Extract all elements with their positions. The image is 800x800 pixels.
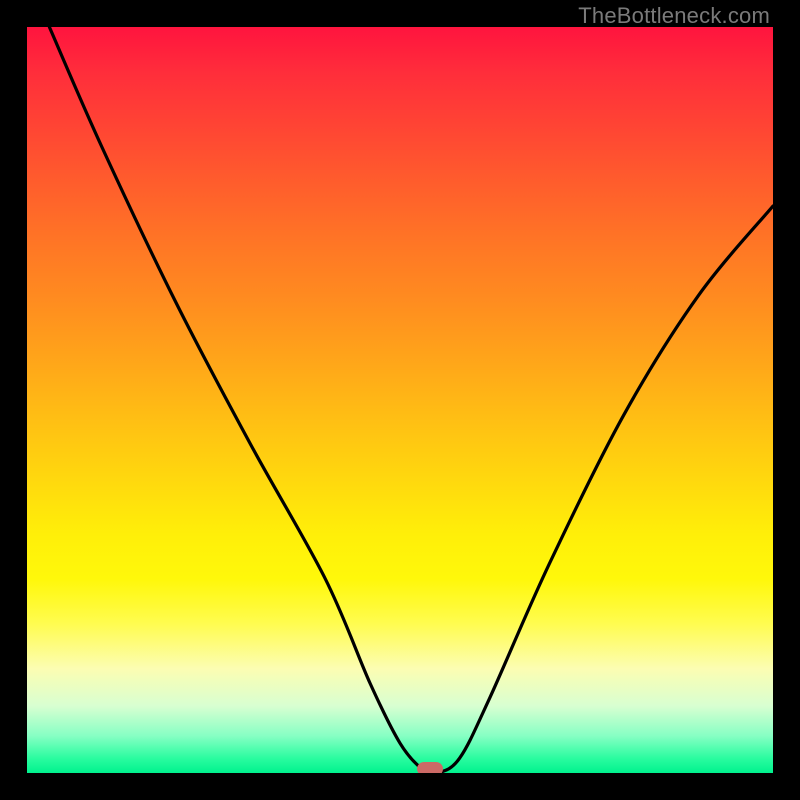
watermark-text: TheBottleneck.com: [578, 3, 770, 29]
plot-area: [27, 27, 773, 773]
optimal-point-marker: [417, 762, 443, 773]
chart-frame: TheBottleneck.com: [0, 0, 800, 800]
bottleneck-curve: [27, 27, 773, 773]
